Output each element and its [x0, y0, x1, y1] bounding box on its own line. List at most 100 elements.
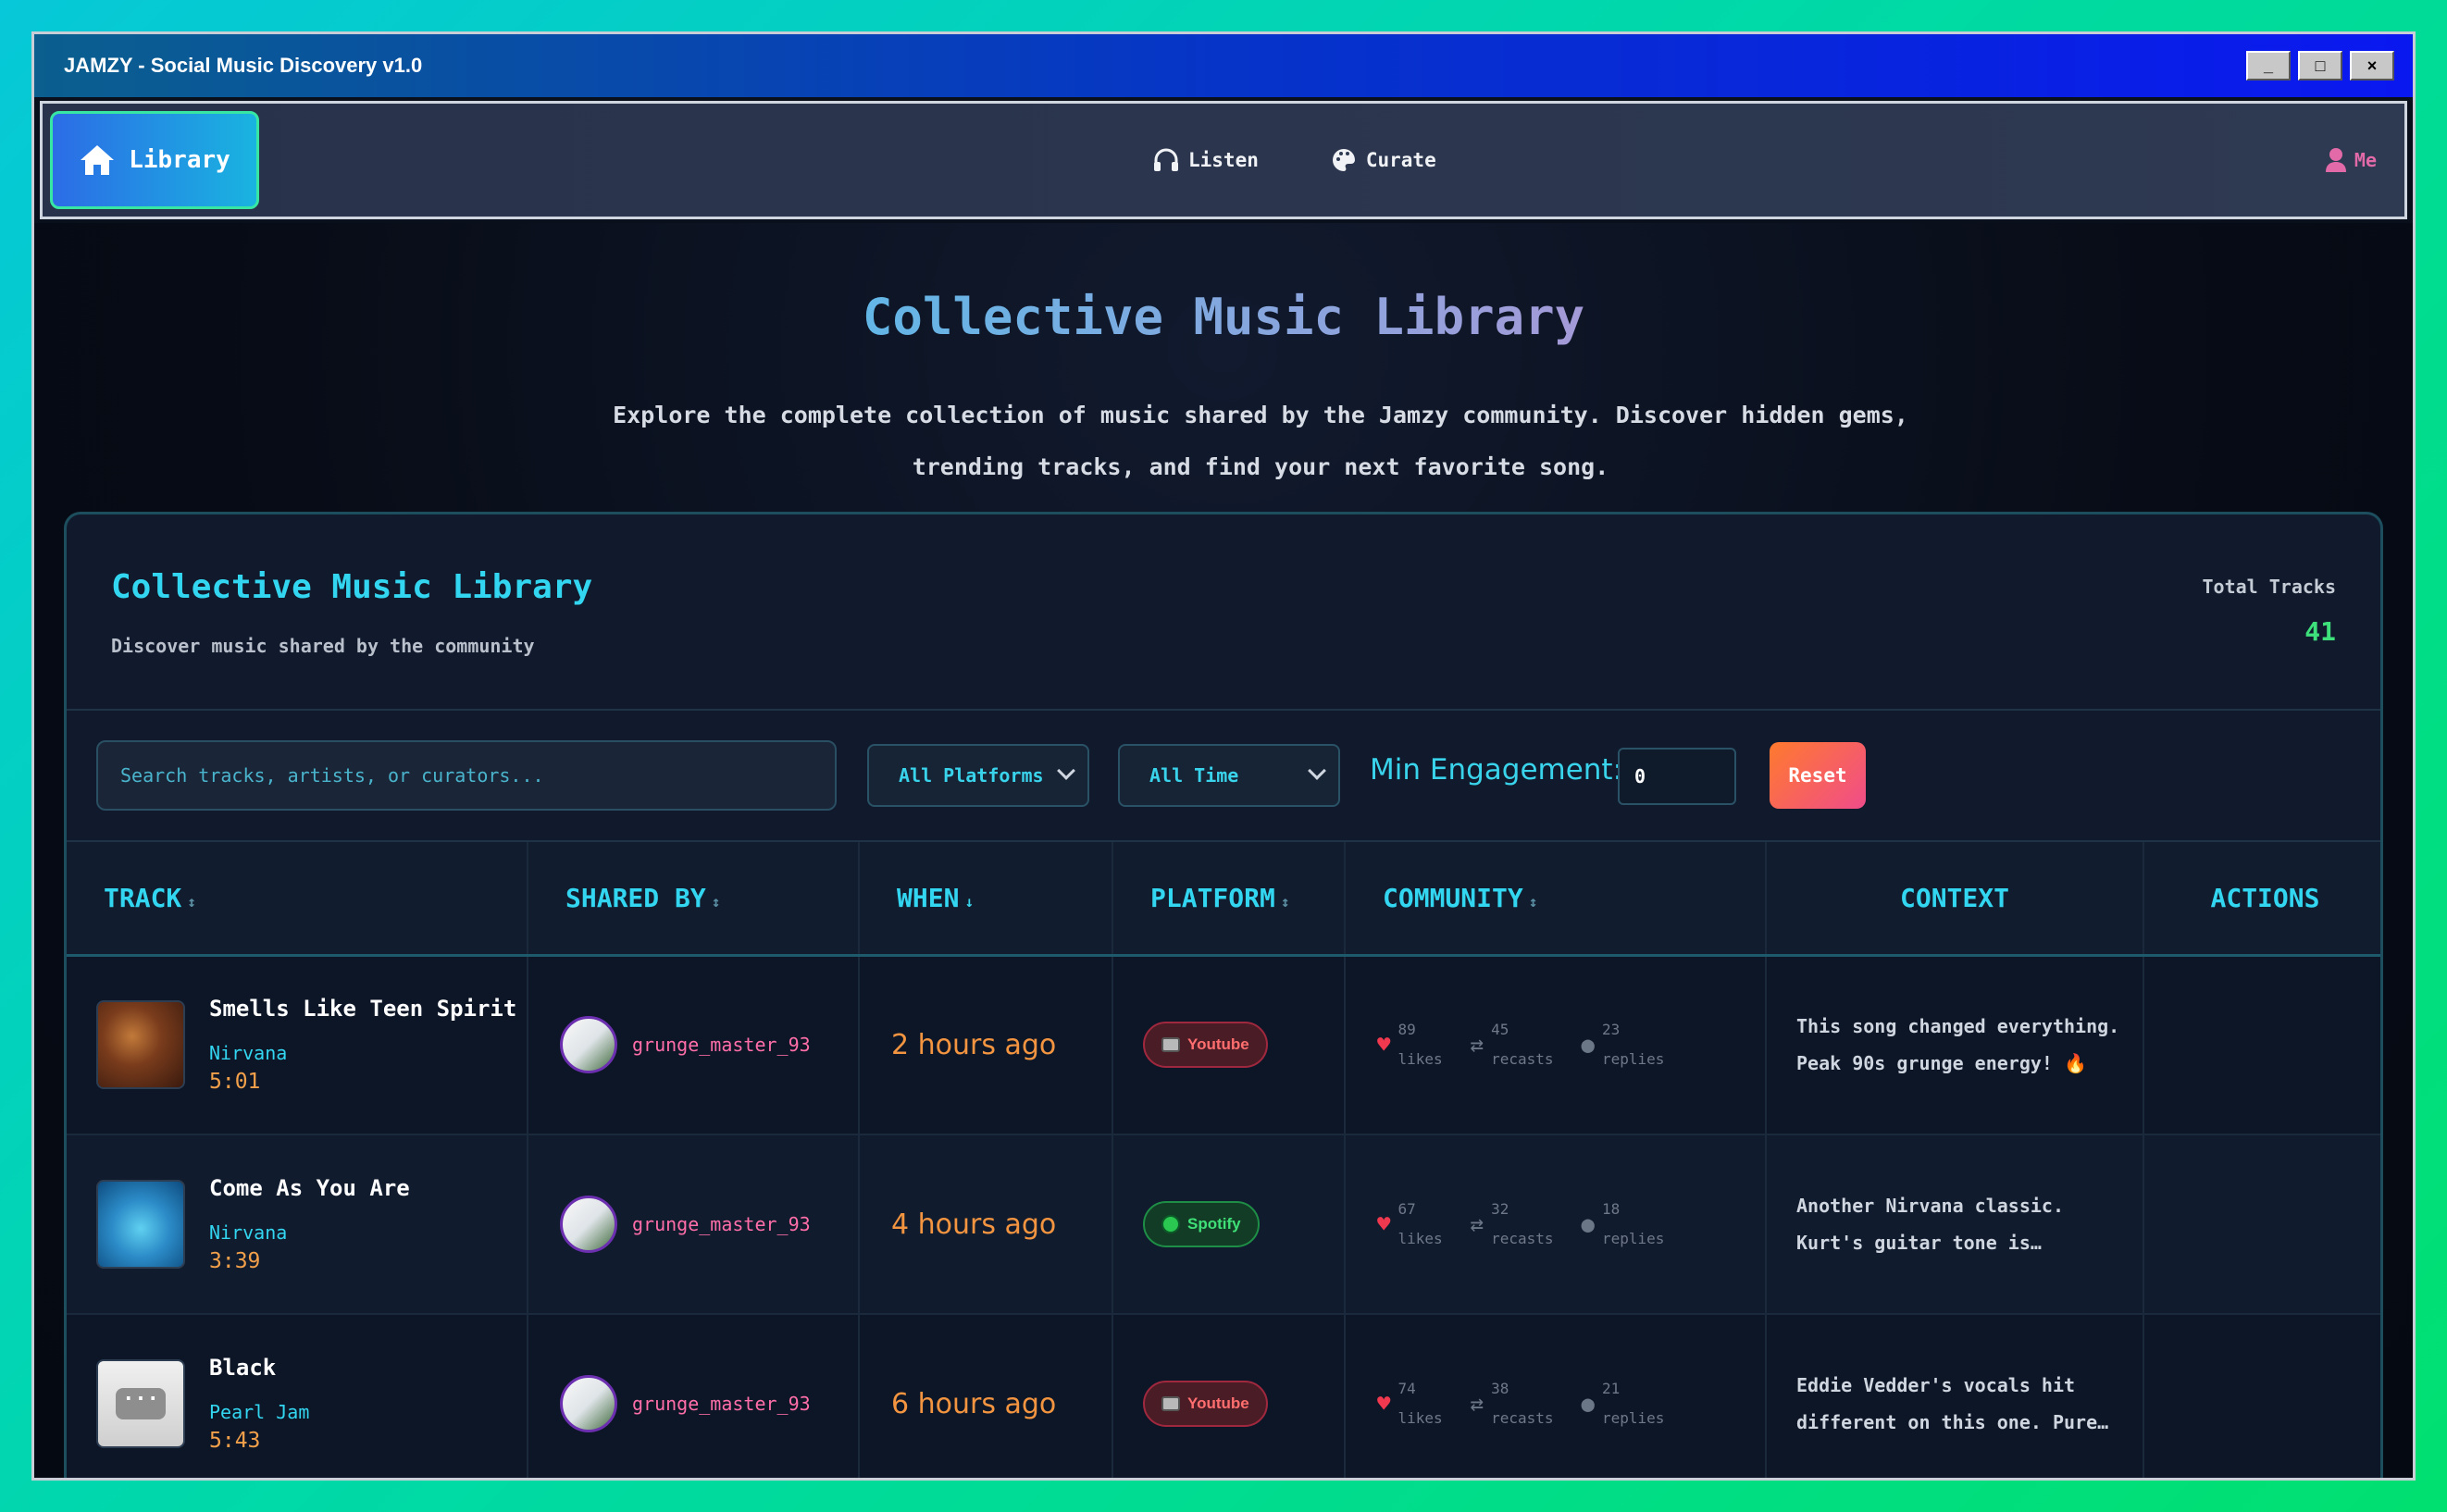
col-header-actions: ACTIONS: [2143, 842, 2380, 957]
col-header-shared-by[interactable]: SHARED BY ↕: [528, 842, 860, 957]
panel-header: Collective Music Library Discover music …: [67, 514, 2380, 711]
track-title[interactable]: Smells Like Teen Spirit: [209, 996, 516, 1022]
reset-button[interactable]: Reset: [1770, 742, 1866, 809]
page-description: Explore the complete collection of music…: [613, 402, 1908, 480]
table-row[interactable]: ··· Black Pearl Jam 5:43 grunge_master_9…: [67, 1314, 2380, 1478]
context-text: This song changed everything. Peak 90s g…: [1796, 1015, 2120, 1075]
comment-icon: ●: [1581, 1211, 1595, 1237]
track-cell: ··· Black Pearl Jam 5:43: [67, 1355, 527, 1453]
search-input[interactable]: [96, 740, 837, 811]
comment-icon: ●: [1581, 1391, 1595, 1417]
album-art[interactable]: [96, 1000, 185, 1090]
track-duration: 3:39: [209, 1249, 261, 1273]
track-artist[interactable]: Nirvana: [209, 1042, 516, 1064]
page-title: Collective Music Library: [862, 288, 1585, 346]
comment-icon: ●: [1581, 1032, 1595, 1059]
table-header-row: TRACK ↕ SHARED BY ↕ WHEN ↓ PLATFORM ↕ COMMUN…: [67, 842, 2380, 957]
nav-me-label: Me: [2354, 149, 2377, 171]
minimize-icon: _: [2263, 56, 2273, 75]
sort-icon: ↕: [711, 892, 721, 911]
headphones-icon: [1154, 148, 1178, 171]
track-artist[interactable]: Nirvana: [209, 1221, 410, 1244]
window-title: JAMZY - Social Music Discovery v1.0: [64, 54, 423, 77]
community-stats: ♥ 89 likes ⇄ 45 recasts ● 23 replies: [1346, 1015, 1765, 1074]
spotify-icon: [1161, 1215, 1180, 1233]
recasts-stat[interactable]: ⇄ 32 recasts: [1471, 1195, 1554, 1254]
track-title[interactable]: Black: [209, 1355, 309, 1381]
track-artist[interactable]: Pearl Jam: [209, 1401, 309, 1423]
chevron-down-icon: [1057, 762, 1075, 780]
shared-by-cell: grunge_master_93: [528, 1016, 858, 1074]
home-icon: [81, 145, 115, 175]
sort-icon: ↕: [1280, 892, 1290, 911]
album-art[interactable]: [96, 1180, 185, 1269]
nav-curate[interactable]: Curate: [1331, 147, 1436, 173]
min-engagement-input[interactable]: [1618, 748, 1736, 805]
platform-filter-value: All Platforms: [899, 764, 1044, 787]
curator-name[interactable]: grunge_master_93: [632, 1393, 811, 1415]
sort-icon: ↕: [1528, 892, 1538, 911]
nav-library-button[interactable]: Library: [50, 111, 259, 209]
track-duration: 5:43: [209, 1429, 261, 1453]
shared-by-cell: grunge_master_93: [528, 1375, 858, 1432]
recasts-stat[interactable]: ⇄ 38 recasts: [1471, 1374, 1554, 1433]
library-panel: Collective Music Library Discover music …: [64, 512, 2383, 1478]
minimize-button[interactable]: _: [2246, 51, 2291, 81]
nav-center: Listen Curate: [1153, 104, 1436, 217]
recast-icon: ⇄: [1470, 1391, 1484, 1417]
col-header-community[interactable]: COMMUNITY ↕: [1345, 842, 1767, 957]
heart-icon: ♥: [1377, 1211, 1391, 1237]
maximize-button[interactable]: □: [2298, 51, 2342, 81]
title-bar[interactable]: JAMZY - Social Music Discovery v1.0 _ □ …: [34, 34, 2413, 97]
filter-bar: All Platforms All Time Min Engagement: R…: [67, 711, 2380, 842]
min-engagement-label: Min Engagement:: [1370, 753, 1623, 787]
close-button[interactable]: ×: [2350, 51, 2394, 81]
table-row[interactable]: Come As You Are Nirvana 3:39 grunge_mast…: [67, 1134, 2380, 1315]
col-header-track[interactable]: TRACK ↕: [67, 842, 528, 957]
platform-badge[interactable]: Spotify: [1143, 1201, 1260, 1247]
context-text: Another Nirvana classic. Kurt's guitar t…: [1796, 1195, 2064, 1254]
shared-by-cell: grunge_master_93: [528, 1196, 858, 1253]
curator-name[interactable]: grunge_master_93: [632, 1034, 811, 1056]
recasts-stat[interactable]: ⇄ 45 recasts: [1471, 1015, 1554, 1074]
avatar[interactable]: [560, 1196, 617, 1253]
chevron-down-icon: [1308, 762, 1326, 780]
col-header-platform[interactable]: PLATFORM ↕: [1112, 842, 1346, 957]
col-header-when[interactable]: WHEN ↓: [859, 842, 1113, 957]
nav-listen[interactable]: Listen: [1153, 148, 1259, 172]
sort-icon: ↕: [187, 892, 196, 911]
replies-stat[interactable]: ● 21 replies: [1582, 1374, 1665, 1433]
actions-cell: [2143, 1314, 2380, 1478]
track-cell: Come As You Are Nirvana 3:39: [67, 1175, 527, 1273]
replies-stat[interactable]: ● 23 replies: [1582, 1015, 1665, 1074]
likes-stat[interactable]: ♥ 74 likes: [1377, 1374, 1443, 1433]
context-text: Eddie Vedder's vocals hit different on t…: [1796, 1374, 2109, 1433]
actions-cell: [2143, 1134, 2380, 1315]
avatar[interactable]: [560, 1016, 617, 1074]
heart-icon: ♥: [1377, 1391, 1391, 1417]
shared-time: 2 hours ago: [891, 1028, 1057, 1061]
nav-me[interactable]: Me: [2325, 104, 2377, 217]
album-art-placeholder[interactable]: ···: [96, 1359, 185, 1448]
avatar[interactable]: [560, 1375, 617, 1432]
time-filter-select[interactable]: All Time: [1118, 744, 1340, 807]
table-row[interactable]: Smells Like Teen Spirit Nirvana 5:01 gru…: [67, 955, 2380, 1135]
tv-icon: [1161, 1396, 1180, 1411]
replies-stat[interactable]: ● 18 replies: [1582, 1195, 1665, 1254]
track-title[interactable]: Come As You Are: [209, 1175, 410, 1201]
platform-badge[interactable]: Youtube: [1143, 1381, 1268, 1427]
community-stats: ♥ 74 likes ⇄ 38 recasts ● 21 replies: [1346, 1374, 1765, 1433]
curator-name[interactable]: grunge_master_93: [632, 1213, 811, 1235]
likes-stat[interactable]: ♥ 67 likes: [1377, 1195, 1443, 1254]
palette-icon: [1332, 149, 1355, 171]
platform-badge[interactable]: Youtube: [1143, 1022, 1268, 1069]
tv-icon: [1161, 1037, 1180, 1053]
shared-time: 6 hours ago: [891, 1387, 1057, 1420]
sort-desc-icon: ↓: [964, 892, 975, 911]
platform-filter-select[interactable]: All Platforms: [867, 744, 1089, 807]
nav-library-label: Library: [129, 146, 230, 174]
close-icon: ×: [2366, 56, 2378, 75]
likes-stat[interactable]: ♥ 89 likes: [1377, 1015, 1443, 1074]
panel-subtitle: Discover music shared by the community: [111, 635, 535, 657]
window-controls: _ □ ×: [2246, 51, 2394, 81]
